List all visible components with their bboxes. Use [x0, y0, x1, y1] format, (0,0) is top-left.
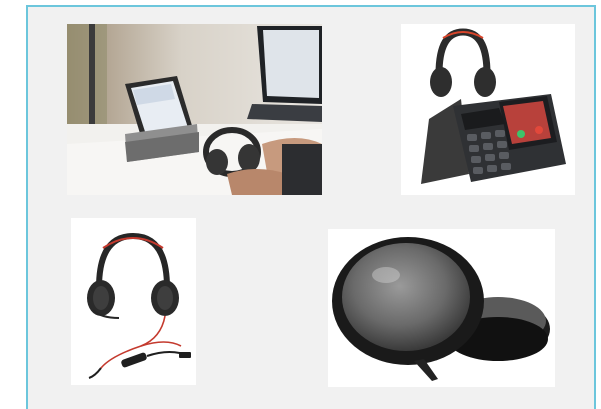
product-image-corded-headset[interactable]	[71, 218, 196, 385]
speakerphone-photo-icon	[328, 229, 555, 387]
product-image-speakerphone[interactable]	[328, 229, 555, 387]
desk-headset-laptop-photo-icon	[67, 24, 322, 195]
headset-desk-phone-photo-icon	[401, 24, 575, 195]
corded-headset-photo-icon	[71, 218, 196, 385]
product-image-desk-scene[interactable]	[67, 24, 322, 195]
product-image-desk-phone[interactable]	[401, 24, 575, 195]
